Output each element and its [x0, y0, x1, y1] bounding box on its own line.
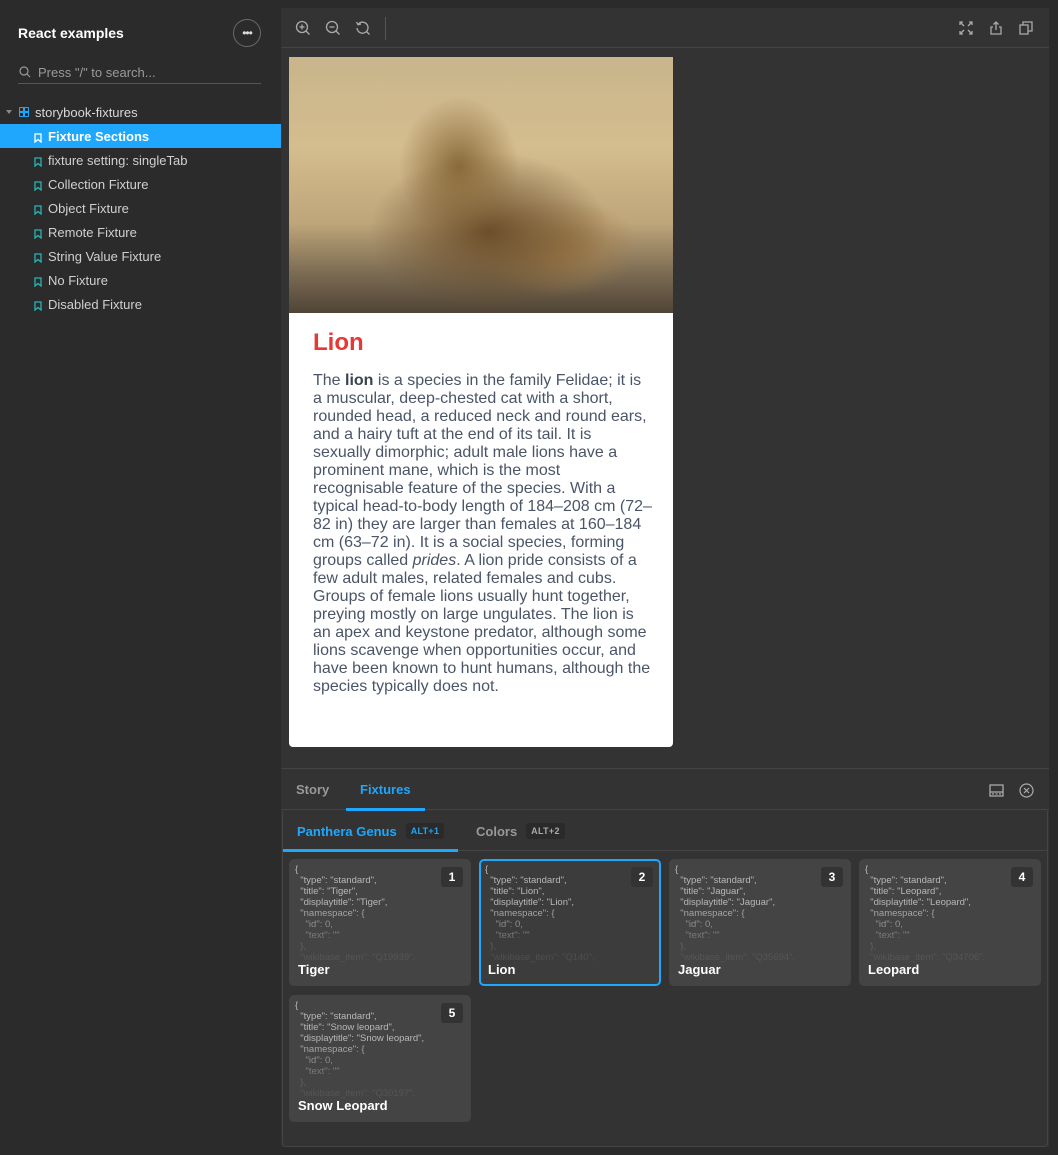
sidebar-story-item[interactable]: Collection Fixture	[0, 172, 281, 196]
zoom-in-button[interactable]	[294, 19, 312, 37]
shortcut-badge: ALT+1	[405, 823, 445, 839]
description-text: lion	[345, 372, 374, 389]
story-label: Object Fixture	[48, 200, 129, 216]
story-label: No Fixture	[48, 272, 108, 288]
share-icon	[990, 21, 1002, 35]
bookmark-icon	[34, 155, 42, 168]
story-label: Disabled Fixture	[48, 296, 142, 312]
fixture-index-badge: 4	[1011, 867, 1033, 887]
sidebar-story-item[interactable]: fixture setting: singleTab	[0, 148, 281, 172]
story-list: Fixture Sections fixture setting: singleT…	[0, 124, 281, 316]
story-preview: Lion The lion is a species in the family…	[281, 49, 1049, 768]
fixture-index-badge: 2	[631, 867, 653, 887]
search-input[interactable]	[38, 64, 248, 80]
tab-fixtures-label: Fixtures	[360, 782, 411, 797]
sidebar: React examples ••• storybook-fixtures Fi…	[0, 0, 281, 1155]
sidebar-story-item[interactable]: No Fixture	[0, 268, 281, 292]
fixture-name: Jaguar	[678, 962, 721, 977]
zoom-reset-button[interactable]	[354, 19, 372, 37]
story-label: Collection Fixture	[48, 176, 149, 192]
sidebar-story-item[interactable]: Fixture Sections	[0, 124, 281, 148]
app-title: React examples	[18, 25, 124, 41]
tab-colors[interactable]: Colors ALT+2	[462, 811, 579, 851]
sidebar-story-item[interactable]: Remote Fixture	[0, 220, 281, 244]
fixture-name: Lion	[488, 962, 516, 977]
zoom-reset-icon	[355, 21, 370, 35]
fixture-card-lion[interactable]: { "type": "standard", "title": "Lion", "…	[479, 859, 661, 986]
description-text: The	[313, 372, 346, 389]
fixture-card-snow-leopard[interactable]: { "type": "standard", "title": "Snow leo…	[289, 995, 471, 1122]
panel-tabs: Story Fixtures	[281, 769, 1049, 811]
animal-description: The lion is a species in the family Feli…	[313, 372, 653, 696]
fixture-card-tiger[interactable]: { "type": "standard", "title": "Tiger", …	[289, 859, 471, 986]
search-icon	[19, 66, 31, 78]
preview-toolbar	[281, 8, 1049, 48]
component-label: storybook-fixtures	[35, 104, 138, 120]
tab-story[interactable]: Story	[282, 769, 343, 810]
lion-photo	[289, 57, 673, 313]
fixture-card-jaguar[interactable]: { "type": "standard", "title": "Jaguar",…	[669, 859, 851, 986]
fixture-json-preview: { "type": "standard", "title": "Tiger", …	[295, 864, 416, 963]
ellipsis-icon: •••	[242, 26, 253, 40]
tab-label: Panthera Genus	[297, 823, 397, 839]
fixture-json-preview: { "type": "standard", "title": "Snow leo…	[295, 1000, 425, 1099]
fixture-json-preview: { "type": "standard", "title": "Lion", "…	[485, 864, 595, 963]
animal-title: Lion	[313, 329, 364, 356]
addons-panel: Story Fixtures Panthera Genus ALT+1 Colo…	[281, 768, 1049, 1147]
fixture-index-badge: 1	[441, 867, 463, 887]
fixture-index-badge: 5	[441, 1003, 463, 1023]
share-button[interactable]	[987, 19, 1005, 37]
bookmark-icon	[34, 203, 42, 216]
fullscreen-button[interactable]	[957, 19, 975, 37]
bookmark-icon	[34, 179, 42, 192]
toolbar-divider	[385, 17, 386, 40]
close-panel-icon	[1018, 782, 1034, 798]
main-area: Lion The lion is a species in the family…	[281, 8, 1049, 1147]
bookmark-icon	[34, 227, 42, 240]
story-label: Fixture Sections	[48, 128, 150, 144]
fixture-name: Tiger	[298, 962, 330, 977]
copy-link-button[interactable]	[1017, 19, 1035, 37]
component-icon	[19, 107, 29, 117]
fullscreen-icon	[959, 21, 973, 35]
tab-panthera-genus[interactable]: Panthera Genus ALT+1	[283, 811, 459, 852]
bookmark-icon	[34, 251, 42, 264]
tab-story-label: Story	[296, 782, 330, 797]
shortcut-badge: ALT+2	[526, 823, 565, 839]
zoom-out-button[interactable]	[324, 19, 342, 37]
zoom-in-icon	[295, 20, 310, 35]
story-label: String Value Fixture	[48, 248, 162, 264]
tree-component-storybook-fixtures[interactable]: storybook-fixtures	[0, 101, 281, 123]
story-label: Remote Fixture	[48, 224, 137, 240]
fixture-section-tabs: Panthera Genus ALT+1 Colors ALT+2	[283, 811, 1047, 852]
zoom-out-icon	[325, 20, 340, 35]
expand-caret-icon[interactable]	[6, 110, 12, 114]
fixture-json-preview: { "type": "standard", "title": "Leopard"…	[865, 864, 986, 963]
bookmark-icon	[34, 275, 42, 288]
description-text: prides	[412, 552, 457, 569]
bookmark-icon	[34, 131, 42, 144]
sidebar-story-item[interactable]: Disabled Fixture	[0, 292, 281, 316]
panel-position-button[interactable]	[987, 781, 1005, 799]
fixture-index-badge: 3	[821, 867, 843, 887]
fixture-card-leopard[interactable]: { "type": "standard", "title": "Leopard"…	[859, 859, 1041, 986]
copy-icon	[1019, 21, 1033, 35]
fixture-name: Leopard	[868, 962, 920, 977]
panel-position-icon	[988, 783, 1004, 797]
description-text: . A lion pride consists of a few adult m…	[313, 552, 651, 695]
story-label: fixture setting: singleTab	[48, 152, 188, 168]
tab-fixtures[interactable]: Fixtures	[346, 769, 425, 811]
sidebar-story-item[interactable]: Object Fixture	[0, 196, 281, 220]
search-box[interactable]	[18, 61, 261, 84]
close-panel-button[interactable]	[1017, 781, 1035, 799]
fixture-name: Snow Leopard	[298, 1098, 388, 1113]
tab-label: Colors	[476, 823, 518, 839]
description-text: is a species in the family Felidae; it i…	[313, 372, 652, 569]
animal-card: Lion The lion is a species in the family…	[289, 57, 673, 747]
sidebar-story-item[interactable]: String Value Fixture	[0, 244, 281, 268]
fixtures-panel: Panthera Genus ALT+1 Colors ALT+2 { "typ…	[282, 811, 1048, 1147]
fixture-json-preview: { "type": "standard", "title": "Jaguar",…	[675, 864, 796, 963]
bookmark-icon	[34, 299, 42, 312]
more-options-button[interactable]: •••	[233, 19, 261, 47]
